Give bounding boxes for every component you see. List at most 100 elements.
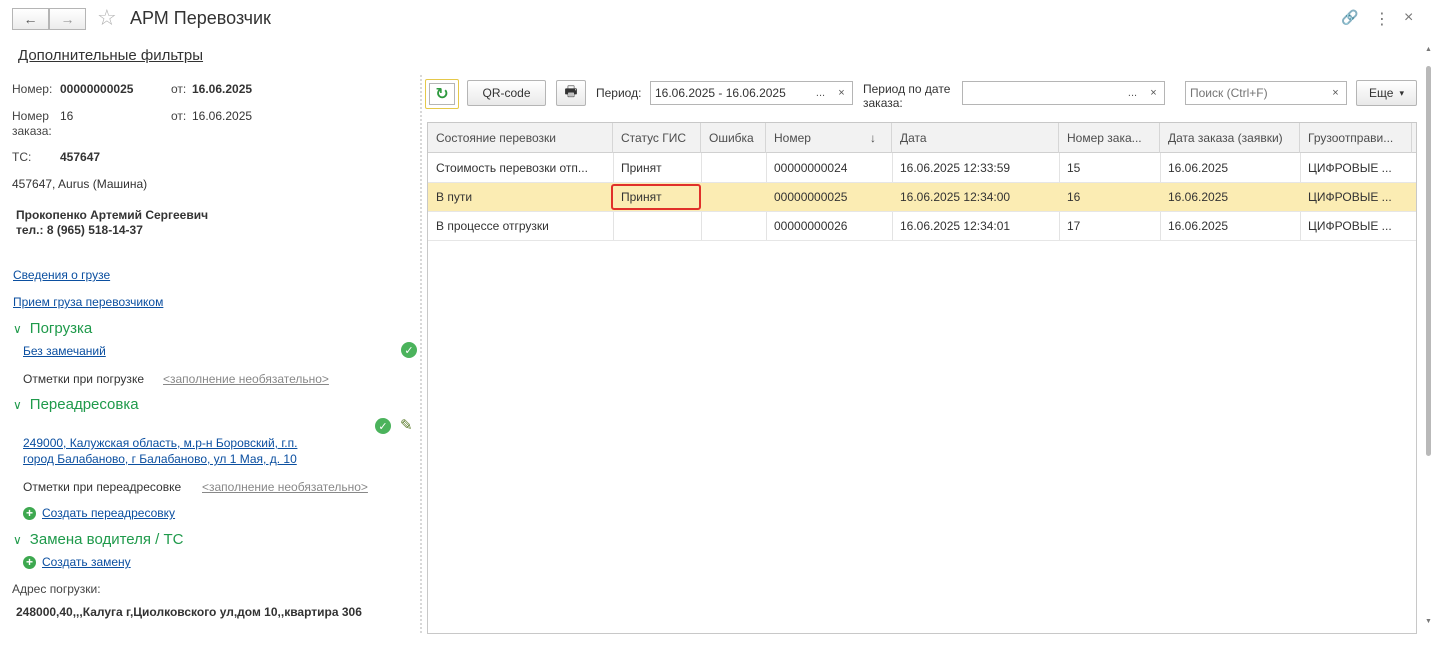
panel-splitter[interactable] [420, 75, 422, 635]
table-cell: 16.06.2025 [1168, 161, 1229, 175]
sort-down-icon: ↓ [870, 131, 876, 145]
more-icon[interactable]: ⋮ [1374, 9, 1390, 29]
load-address-label: Адрес погрузки: [12, 582, 101, 596]
scroll-up-icon[interactable]: ▲ [1425, 46, 1432, 53]
column-header[interactable]: Дата заказа (заявки) [1160, 123, 1300, 153]
loading-section-title: Погрузка [29, 320, 93, 337]
cargo-info-link[interactable]: Сведения о грузе [13, 268, 110, 282]
check-icon: ✓ [401, 342, 417, 358]
search-clear-button[interactable]: × [1325, 81, 1347, 105]
table-cell: ЦИФРОВЫЕ ... [1308, 219, 1392, 233]
replace-section-title: Замена водителя / ТС [29, 531, 184, 548]
additional-filters-link[interactable]: Дополнительные фильтры [18, 47, 203, 64]
table-cell: ЦИФРОВЫЕ ... [1308, 190, 1392, 204]
back-button[interactable]: ← [12, 8, 49, 30]
column-header[interactable]: Дата [892, 123, 1059, 153]
search-input[interactable] [1185, 81, 1326, 105]
order-period-label: Период по дате заказа: [863, 82, 950, 110]
replace-section-header[interactable]: ∨ Замена водителя / ТС [13, 531, 184, 548]
cargo-accept-link[interactable]: Прием груза перевозчиком [13, 295, 163, 309]
highlight-box [611, 184, 701, 210]
redirect-section-title: Переадресовка [29, 396, 139, 413]
table-cell [613, 212, 701, 241]
column-header-number[interactable]: Номер ↓ [766, 123, 892, 153]
loading-status-link[interactable]: Без замечаний [23, 344, 106, 358]
order-period-clear-button[interactable]: × [1143, 81, 1165, 105]
star-icon[interactable]: ☆ [97, 5, 117, 31]
plus-icon: + [23, 555, 36, 569]
chevron-down-icon: ∨ [13, 532, 22, 547]
window-title: АРМ Перевозчик [130, 8, 271, 28]
redirect-section-header[interactable]: ∨ Переадресовка [13, 396, 139, 413]
table-row-selected[interactable]: В пути Принят 00000000025 16.06.2025 12:… [428, 183, 1416, 212]
table-cell: В пути [436, 190, 473, 204]
arrow-right-icon: → [60, 11, 75, 27]
table-cell: 16.06.2025 [1168, 190, 1229, 204]
loading-marks-label: Отметки при погрузке [23, 372, 144, 386]
refresh-icon: ↻ [429, 83, 455, 105]
loading-section-header[interactable]: ∨ Погрузка [13, 320, 92, 337]
table-cell: ЦИФРОВЫЕ ... [1308, 161, 1392, 175]
column-header[interactable]: Состояние перевозки [428, 123, 613, 153]
redirect-marks-label: Отметки при переадресовке [23, 480, 182, 494]
order-number-value: 16 [60, 109, 74, 123]
order-number-label: Номер [12, 109, 49, 123]
table-cell: Стоимость перевозки отп... [436, 161, 588, 175]
table-cell: Принят [621, 161, 662, 175]
ts-label: ТС: [12, 150, 32, 164]
chevron-down-icon: ∨ [13, 321, 22, 336]
redirect-marks-input[interactable]: <заполнение необязательно> [202, 480, 368, 494]
period-field[interactable]: 16.06.2025 - 16.06.2025 [650, 81, 811, 105]
create-replace-link[interactable]: Создать замену [42, 555, 131, 569]
create-redirect-link[interactable]: Создать переадресовку [42, 506, 175, 520]
number-label: Номер: [12, 82, 53, 96]
column-header-label: Номер [774, 131, 811, 145]
order-period-field[interactable] [962, 81, 1123, 105]
redirect-address-line2[interactable]: город Балабаново, г Балабаново, ул 1 Мая… [23, 452, 297, 466]
redirect-address-line1[interactable]: 249000, Калужская область, м.р-н Боровск… [23, 436, 297, 450]
driver-name: Прокопенко Артемий Сергеевич [16, 208, 209, 222]
period-clear-button[interactable]: × [831, 81, 853, 105]
page-scrollbar[interactable]: ▲ ▼ [1423, 44, 1433, 634]
loading-marks-input[interactable]: <заполнение необязательно> [163, 372, 329, 386]
print-button[interactable]: 🖶 [556, 80, 586, 106]
column-header[interactable]: Статус ГИС [613, 123, 701, 153]
table-cell [701, 154, 766, 183]
qr-code-button[interactable]: QR-code [467, 80, 546, 106]
order-period-select-button[interactable]: ... [1122, 81, 1144, 105]
order-period-label-line2: заказа: [863, 96, 903, 110]
create-redirect-button[interactable]: + Создать переадресовку [23, 506, 175, 520]
link-icon[interactable]: 🔗 [1341, 9, 1358, 26]
number-from-label: от: [171, 82, 187, 96]
close-icon[interactable]: × [1404, 9, 1413, 27]
refresh-button[interactable]: ↻ [425, 79, 459, 109]
period-label: Период: [596, 86, 642, 100]
number-value: 00000000025 [60, 82, 134, 96]
create-replace-button[interactable]: + Создать замену [23, 555, 131, 569]
scroll-thumb[interactable] [1426, 66, 1431, 456]
table-cell: В процессе отгрузки [436, 219, 549, 233]
table-cell: 15 [1067, 161, 1081, 175]
transport-table[interactable]: Состояние перевозки Статус ГИС Ошибка Но… [427, 122, 1417, 634]
pencil-icon[interactable]: ✎ [400, 416, 413, 434]
table-cell: 00000000025 [774, 190, 848, 204]
order-from-label: от: [171, 109, 187, 123]
driver-phone: тел.: 8 (965) 518-14-37 [16, 223, 143, 237]
column-header[interactable]: Ошибка [701, 123, 766, 153]
table-cell [701, 212, 766, 241]
more-button[interactable]: Еще ▾ [1356, 80, 1417, 106]
forward-button[interactable]: → [49, 8, 86, 30]
vehicle-text: 457647, Aurus (Машина) [12, 177, 148, 191]
dropdown-arrow-icon: ▾ [1399, 87, 1404, 98]
scroll-down-icon[interactable]: ▼ [1425, 618, 1432, 625]
arrow-left-icon: ← [23, 11, 38, 27]
column-header[interactable]: Номер зака... [1059, 123, 1160, 153]
table-cell: 16.06.2025 [1168, 219, 1229, 233]
table-row[interactable]: Стоимость перевозки отп... Принят 000000… [428, 154, 1416, 183]
period-select-button[interactable]: ... [810, 81, 832, 105]
table-cell: 16.06.2025 12:33:59 [900, 161, 1011, 175]
table-row[interactable]: В процессе отгрузки 00000000026 16.06.20… [428, 212, 1416, 241]
chevron-down-icon: ∨ [13, 397, 22, 412]
column-header[interactable]: Грузоотправи... [1300, 123, 1412, 153]
order-number-label-2: заказа: [12, 124, 52, 138]
